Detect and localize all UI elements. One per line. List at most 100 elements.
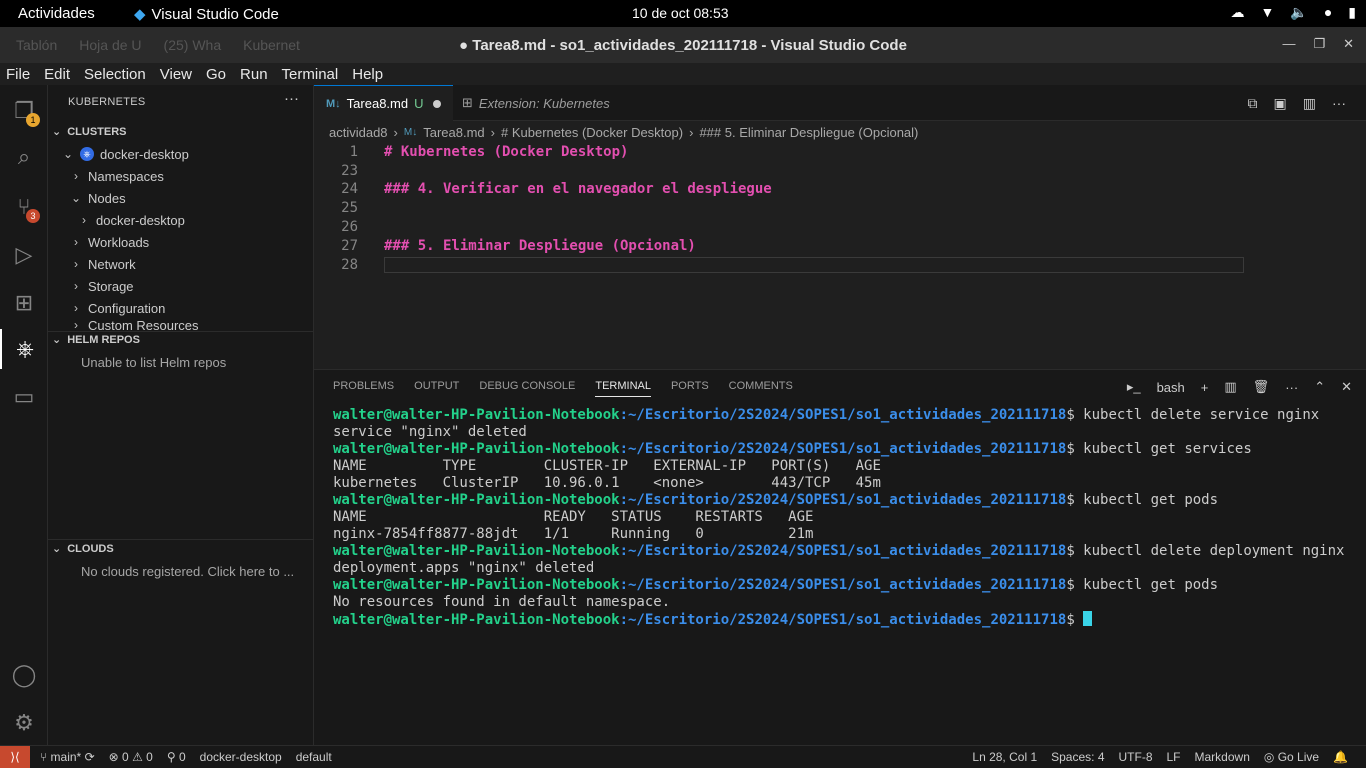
tab-ports[interactable]: PORTS <box>671 380 709 397</box>
end-of-line[interactable]: LF <box>1167 750 1181 764</box>
breadcrumb: actividad8 › M↓ Tarea8.md › # Kubernetes… <box>314 121 1366 143</box>
terminal-line: service "nginx" deleted <box>333 424 1344 441</box>
tree-item-network[interactable]: › Network <box>70 253 136 275</box>
menu-help[interactable]: Help <box>352 66 383 83</box>
menu-edit[interactable]: Edit <box>44 66 70 83</box>
clouds-message[interactable]: No clouds registered. Click here to ... <box>81 560 294 582</box>
source-control-icon[interactable]: ⑂ 3 <box>0 187 48 227</box>
kubernetes-icon[interactable]: ⎈ <box>0 329 48 369</box>
split-terminal-icon[interactable]: ▥ <box>1224 379 1236 395</box>
tab-comments[interactable]: COMMENTS <box>729 380 793 397</box>
tree-item-storage[interactable]: › Storage <box>70 275 134 297</box>
preview-side-icon[interactable]: ▣ <box>1274 95 1287 112</box>
helm-repos-section-header[interactable]: ⌄ HELM REPOS <box>52 333 140 347</box>
problems-indicator[interactable]: ⊗ 0 ⚠ 0 <box>109 750 153 764</box>
bottom-panel: PROBLEMS OUTPUT DEBUG CONSOLE TERMINAL P… <box>314 369 1366 745</box>
tab-output[interactable]: OUTPUT <box>414 380 459 397</box>
kill-terminal-icon[interactable]: 🗑 <box>1253 379 1270 395</box>
activities-button[interactable]: Actividades <box>18 5 95 22</box>
cluster-indicator[interactable]: docker-desktop <box>200 750 282 764</box>
code-editor[interactable]: 1 # Kubernetes (Docker Desktop) 23 24 ##… <box>314 143 1366 369</box>
menu-terminal[interactable]: Terminal <box>282 66 339 83</box>
prompt-user: walter@walter-HP-Pavilion-Notebook <box>333 407 620 423</box>
terminal-line: walter@walter-HP-Pavilion-Notebook:~/Esc… <box>333 492 1344 509</box>
extensions-icon[interactable]: ⊞ <box>0 283 48 323</box>
clouds-header-label: CLOUDS <box>67 542 114 555</box>
split-editor-icon[interactable]: ▥ <box>1303 95 1316 112</box>
tab-problems[interactable]: PROBLEMS <box>333 380 394 397</box>
mic-icon[interactable]: ● <box>1324 4 1332 21</box>
namespace-indicator[interactable]: default <box>296 750 332 764</box>
tree-item-cluster[interactable]: ⌄ ⎈ docker-desktop <box>62 143 189 165</box>
go-live-label: Go Live <box>1277 750 1320 764</box>
more-actions-icon[interactable]: ··· <box>1332 95 1346 112</box>
maximize-panel-icon[interactable]: ⌃ <box>1314 379 1325 395</box>
run-debug-icon[interactable]: ▷ <box>0 235 48 275</box>
warning-count: 0 <box>146 750 153 764</box>
clouds-section-header[interactable]: ⌄ CLOUDS <box>52 542 114 556</box>
breadcrumb-subheading[interactable]: ### 5. Eliminar Despliegue (Opcional) <box>699 125 918 140</box>
volume-icon[interactable]: 🔈 <box>1290 4 1307 21</box>
ports-indicator[interactable]: ⚲ 0 <box>167 750 186 764</box>
accounts-icon[interactable]: ◯ <box>0 655 48 695</box>
chevron-down-icon: ⌄ <box>52 543 62 555</box>
code-line[interactable]: ### 5. Eliminar Despliegue (Opcional) <box>384 238 696 254</box>
language-mode[interactable]: Markdown <box>1195 750 1250 764</box>
more-actions-icon[interactable]: ··· <box>1285 380 1298 395</box>
clock[interactable]: 10 de oct 08:53 <box>632 5 729 21</box>
maximize-icon[interactable]: ❐ <box>1313 36 1325 52</box>
breadcrumb-heading[interactable]: # Kubernetes (Docker Desktop) <box>501 125 683 140</box>
clusters-header-label: CLUSTERS <box>67 125 127 138</box>
chevron-right-icon: › <box>689 124 694 140</box>
menu-file[interactable]: File <box>6 66 30 83</box>
terminal-command: kubectl get pods <box>1083 577 1219 593</box>
more-actions-icon[interactable]: ··· <box>284 90 299 107</box>
battery-icon[interactable]: ▮ <box>1348 4 1356 21</box>
tab-extension-kubernetes[interactable]: ⊞ Extension: Kubernetes <box>450 85 622 121</box>
settings-gear-icon[interactable]: ⚙ <box>0 703 48 743</box>
tree-item-namespaces[interactable]: › Namespaces <box>70 165 164 187</box>
docker-icon[interactable]: ☁ <box>1231 4 1245 21</box>
tree-item-label: Storage <box>88 278 134 294</box>
prompt-path: :~/Escritorio/2S2024/SOPES1/so1_activida… <box>619 492 1067 508</box>
go-live-button[interactable]: ◎ Go Live <box>1264 750 1319 764</box>
open-preview-icon[interactable]: ⧉ <box>1248 95 1258 112</box>
shell-name[interactable]: bash <box>1157 380 1185 395</box>
search-icon[interactable]: ⌕ <box>0 137 48 177</box>
unsaved-dot-icon[interactable] <box>433 99 442 108</box>
system-tray[interactable]: ☁ ▼ 🔈 ● ▮ <box>1231 4 1356 21</box>
explorer-icon[interactable]: ❐ 1 <box>0 91 48 131</box>
menu-selection[interactable]: Selection <box>84 66 146 83</box>
app-menu[interactable]: ◆ Visual Studio Code <box>134 5 279 24</box>
terminal-output[interactable]: walter@walter-HP-Pavilion-Notebook :~/Esc… <box>333 407 1344 628</box>
menu-go[interactable]: Go <box>206 66 226 83</box>
code-line[interactable]: ### 4. Verificar en el navegador el desp… <box>384 181 772 197</box>
tab-tarea8-md[interactable]: M↓ Tarea8.md U <box>314 85 454 121</box>
branch-indicator[interactable]: ⑂ main* ⟳ <box>40 750 95 764</box>
tab-debug-console[interactable]: DEBUG CONSOLE <box>479 380 575 397</box>
code-line[interactable]: # Kubernetes (Docker Desktop) <box>384 144 628 160</box>
new-terminal-icon[interactable]: + <box>1201 380 1209 395</box>
chevron-right-icon: › <box>74 279 78 293</box>
tree-item-nodes[interactable]: ⌄ Nodes <box>70 187 126 209</box>
menu-view[interactable]: View <box>160 66 192 83</box>
cursor-position[interactable]: Ln 28, Col 1 <box>972 750 1037 764</box>
breadcrumb-file[interactable]: Tarea8.md <box>423 125 484 140</box>
remote-explorer-icon[interactable]: ▭ <box>0 377 48 417</box>
tab-terminal[interactable]: TERMINAL <box>595 380 651 397</box>
remote-indicator-icon[interactable]: ⟩⟨ <box>0 746 30 768</box>
clusters-section-header[interactable]: ⌄ CLUSTERS <box>52 125 127 139</box>
menu-run[interactable]: Run <box>240 66 268 83</box>
close-icon[interactable]: ✕ <box>1343 36 1354 52</box>
wifi-icon[interactable]: ▼ <box>1261 4 1275 21</box>
close-panel-icon[interactable]: ✕ <box>1341 379 1352 395</box>
tree-item-custom-resources[interactable]: › Custom Resources <box>70 319 199 331</box>
indentation[interactable]: Spaces: 4 <box>1051 750 1104 764</box>
minimize-icon[interactable]: — <box>1282 36 1295 52</box>
breadcrumb-folder[interactable]: actividad8 <box>329 125 388 140</box>
encoding[interactable]: UTF-8 <box>1119 750 1153 764</box>
tree-item-workloads[interactable]: › Workloads <box>70 231 149 253</box>
notifications-bell-icon[interactable]: 🔔 <box>1333 750 1348 764</box>
tree-item-node[interactable]: › docker-desktop <box>78 209 185 231</box>
tree-item-configuration[interactable]: › Configuration <box>70 297 165 319</box>
